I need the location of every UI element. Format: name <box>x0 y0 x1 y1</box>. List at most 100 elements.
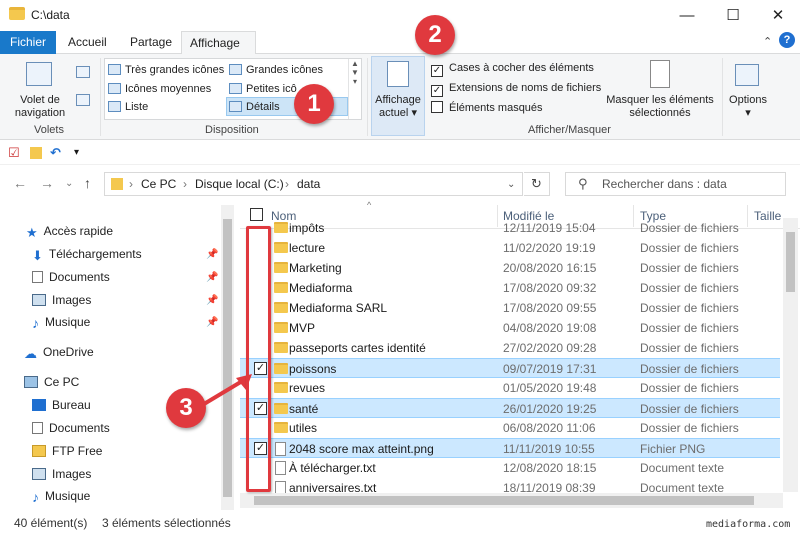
checkbox-label: Extensions de noms de fichiers <box>449 82 602 94</box>
close-button[interactable]: ✕ <box>755 0 800 31</box>
table-row[interactable]: impôts 12/11/2019 15:04 Dossier de fichier… <box>240 218 780 238</box>
folder-icon <box>274 262 288 273</box>
hidden-items-checkbox[interactable] <box>431 101 443 113</box>
tab-affichage[interactable]: Affichage <box>181 31 256 55</box>
nav-item-documents[interactable]: Documents <box>32 267 110 287</box>
folder-icon <box>111 178 123 190</box>
hide-selected-button[interactable]: Masquer les éléments sélectionnés <box>603 94 717 120</box>
scrollbar-thumb[interactable] <box>786 232 795 292</box>
customize-toolbar-icon[interactable]: ▾ <box>74 147 79 158</box>
table-row[interactable]: ✓ poissons 09/07/2019 17:31 Dossier de fich… <box>240 358 780 378</box>
nav-label: Documents <box>49 421 110 435</box>
tab-fichier[interactable]: Fichier <box>0 31 56 54</box>
navigation-pane-button[interactable]: Volet de navigation <box>8 94 72 120</box>
nav-label: Ce PC <box>44 375 80 389</box>
nav-item-ce-pc[interactable]: Ce PC <box>24 372 79 392</box>
preview-pane-icon[interactable] <box>76 66 90 78</box>
table-row[interactable]: utiles 06/08/2020 11:06 Dossier de fichier… <box>240 418 780 438</box>
table-row[interactable]: Mediaforma SARL 17/08/2020 09:55 Dossier d… <box>240 298 780 318</box>
layout-medium-icons[interactable]: Icônes moyennes <box>108 80 211 98</box>
table-row[interactable]: ✓ santé 26/01/2020 19:25 Dossier de fichier… <box>240 398 780 418</box>
navigation-pane-icon[interactable] <box>26 62 52 86</box>
table-row[interactable]: ✓ 2048 score max atteint.png 11/11/2019 10… <box>240 438 780 458</box>
checkbox-hidden-items[interactable]: Éléments masqués <box>431 99 543 117</box>
nav-item-images-pc[interactable]: Images <box>32 464 91 484</box>
pin-icon[interactable]: 📌 <box>206 295 218 306</box>
back-arrow-icon[interactable]: ← <box>13 175 27 191</box>
checkbox-file-extensions[interactable]: ✓ Extensions de noms de fichiers <box>431 79 601 97</box>
search-input[interactable]: ⚲ Rechercher dans : data <box>565 172 786 196</box>
nav-label: Images <box>52 293 92 307</box>
folder-icon <box>274 242 288 253</box>
table-row[interactable]: MVP 04/08/2020 19:08 Dossier de fichiers <box>240 318 780 338</box>
details-pane-icon[interactable] <box>76 94 90 106</box>
scrollbar-thumb[interactable] <box>223 219 232 497</box>
table-row[interactable]: revues 01/05/2020 19:48 Dossier de fichier… <box>240 378 780 398</box>
layout-large-icons[interactable]: Grandes icônes <box>229 61 323 79</box>
pin-icon[interactable]: 📌 <box>206 272 218 283</box>
new-folder-icon[interactable] <box>30 147 42 159</box>
undo-icon[interactable]: ↶ <box>50 145 61 161</box>
nav-item-ftp-free[interactable]: FTP Free <box>32 441 102 461</box>
layout-gallery-scroll[interactable]: ▲ ▼ ▾ <box>348 59 361 119</box>
nav-item-musique-pc[interactable]: ♪ Musique <box>32 486 90 506</box>
nav-item-documents-pc[interactable]: Documents <box>32 418 110 438</box>
collapse-ribbon-icon[interactable]: ⌃ <box>763 35 772 48</box>
sort-ascending-icon: ^ <box>367 200 372 210</box>
nav-item-images[interactable]: Images <box>32 290 91 310</box>
help-icon[interactable]: ? <box>779 32 795 48</box>
horizontal-scrollbar[interactable] <box>240 493 783 508</box>
file-type: Dossier de fichiers <box>640 221 739 235</box>
file-type: Dossier de fichiers <box>640 381 739 395</box>
checkbox-item-checkboxes[interactable]: ✓ Cases à cocher des éléments <box>431 59 594 77</box>
table-row[interactable]: Marketing 20/08/2020 16:15 Dossier de fich… <box>240 258 780 278</box>
table-row[interactable]: Mediaforma 17/08/2020 09:32 Dossier de fic… <box>240 278 780 298</box>
breadcrumb-separator-icon: › <box>129 177 133 191</box>
nav-item-onedrive[interactable]: ☁ OneDrive <box>24 342 94 362</box>
options-button[interactable]: Options ▾ <box>724 94 772 120</box>
tab-accueil[interactable]: Accueil <box>60 31 115 54</box>
table-row[interactable]: lecture 11/02/2020 19:19 Dossier de fichie… <box>240 238 780 258</box>
options-icon[interactable] <box>735 64 759 86</box>
layout-extra-large-icons[interactable]: Très grandes icônes <box>108 61 224 79</box>
hide-selected-icon[interactable] <box>650 60 670 88</box>
layout-label: Grandes icônes <box>246 64 324 76</box>
nav-item-musique[interactable]: ♪ Musique <box>32 312 90 332</box>
minimize-button[interactable]: — <box>664 0 710 31</box>
file-date: 09/07/2019 17:31 <box>503 362 597 376</box>
table-row[interactable]: passeports cartes identité 27/02/2020 09:… <box>240 338 780 358</box>
up-arrow-icon[interactable]: ↑ <box>84 175 91 191</box>
navigation-scrollbar[interactable] <box>221 205 234 510</box>
refresh-button[interactable]: ↻ <box>524 172 550 196</box>
address-bar[interactable]: › Ce PC › Disque local (C:) › data ⌄ <box>104 172 523 196</box>
title-bar: C:\data — ☐ ✕ <box>0 0 800 31</box>
layout-small-icons[interactable]: Petites icô <box>229 80 297 98</box>
nav-item-bureau[interactable]: Bureau <box>32 395 91 415</box>
breadcrumb-disque-local[interactable]: Disque local (C:) <box>195 177 284 191</box>
maximize-button[interactable]: ☐ <box>710 0 756 31</box>
nav-item-acces-rapide[interactable]: ★ Accès rapide <box>26 221 113 241</box>
ribbon-tabs: Fichier Accueil Partage Affichage ⌃ <box>0 31 800 55</box>
layout-list[interactable]: Liste <box>108 98 148 116</box>
breadcrumb-separator-icon: › <box>183 177 187 191</box>
ribbon-separator <box>367 58 368 136</box>
layout-details[interactable]: Détails <box>229 98 280 116</box>
pin-icon[interactable]: 📌 <box>206 317 218 328</box>
current-view-label-2: actuel <box>379 107 409 119</box>
nav-item-telechargements[interactable]: ⬇ Téléchargements <box>32 244 142 264</box>
scrollbar-thumb[interactable] <box>254 496 754 505</box>
folder-icon <box>274 363 288 374</box>
file-extensions-checkbox[interactable]: ✓ <box>431 85 443 97</box>
table-row[interactable]: À télécharger.txt 12/08/2020 18:15 Documen… <box>240 458 780 478</box>
breadcrumb-ce-pc[interactable]: Ce PC <box>141 177 176 191</box>
nav-label: OneDrive <box>43 345 94 359</box>
address-dropdown-icon[interactable]: ⌄ <box>507 179 515 190</box>
breadcrumb-data[interactable]: data <box>297 177 320 191</box>
tab-partage[interactable]: Partage <box>122 31 180 54</box>
file-list-scrollbar[interactable] <box>783 218 798 492</box>
item-checkboxes-checkbox[interactable]: ✓ <box>431 65 443 77</box>
recent-locations-icon[interactable]: ⌄ <box>65 178 73 189</box>
forward-arrow-icon[interactable]: → <box>40 175 54 191</box>
properties-icon[interactable]: ☑ <box>8 145 20 161</box>
pin-icon[interactable]: 📌 <box>206 249 218 260</box>
